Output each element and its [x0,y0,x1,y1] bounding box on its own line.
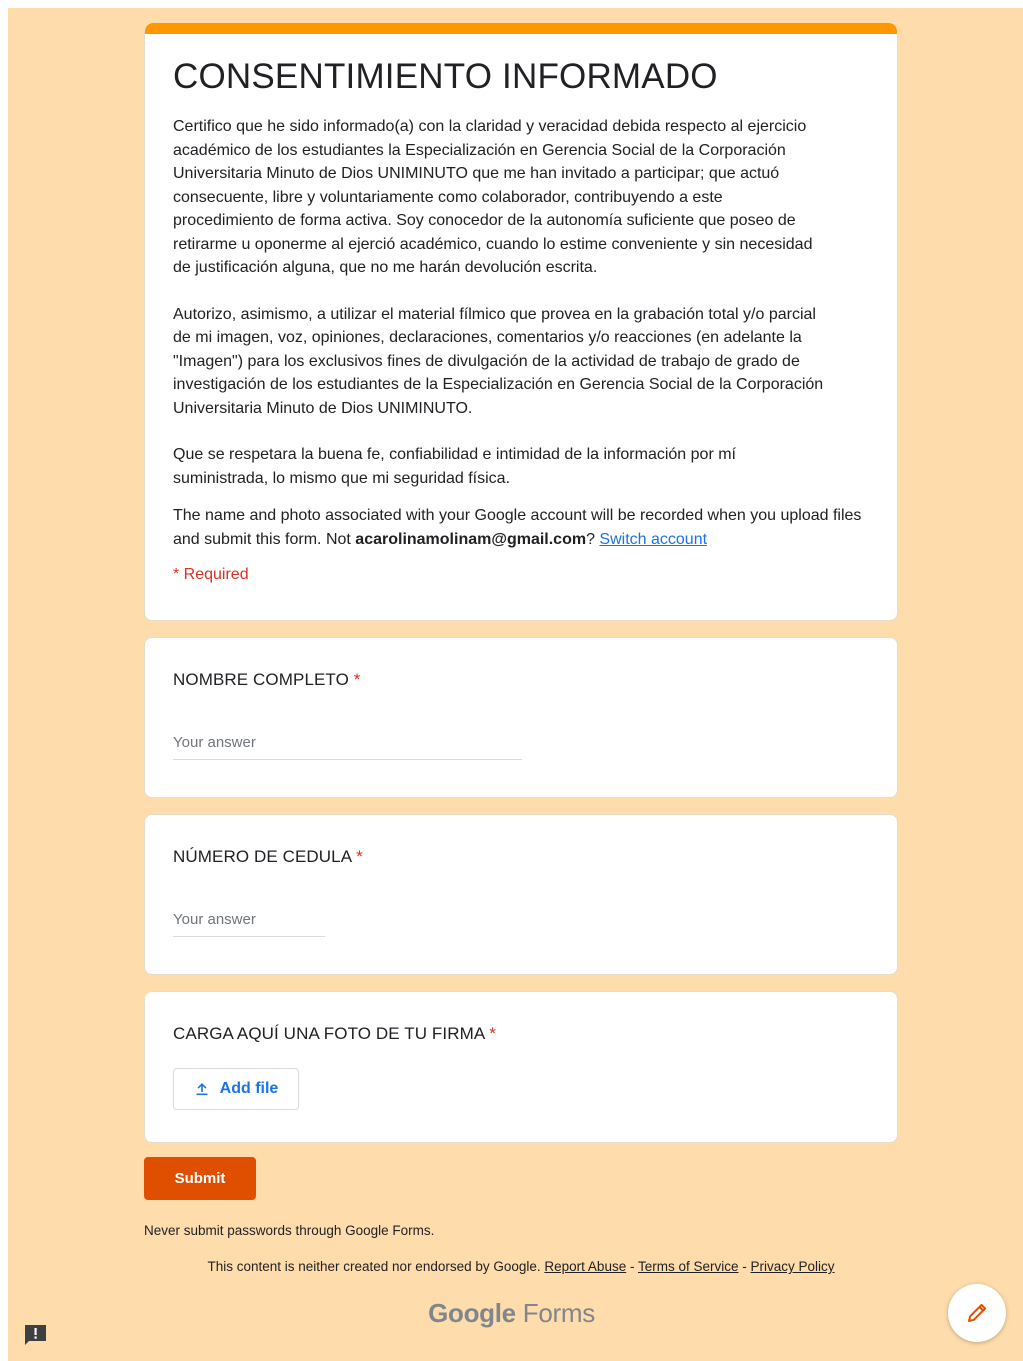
account-note: The name and photo associated with your … [173,504,869,551]
privacy-policy-link[interactable]: Privacy Policy [751,1259,835,1274]
edit-form-button[interactable] [948,1284,1006,1342]
required-asterisk: * [489,1024,496,1043]
google-forms-logo[interactable]: Google Forms [0,1298,1023,1329]
required-asterisk: * [356,847,363,866]
question-card-firma: CARGA AQUÍ UNA FOTO DE TU FIRMA * Add fi… [144,991,898,1143]
footer-disclaimer: This content is neither created nor endo… [144,1259,898,1274]
footer-separator: - [738,1259,751,1274]
question-title-text: NOMBRE COMPLETO [173,670,349,689]
submit-button[interactable]: Submit [144,1157,256,1200]
add-file-button[interactable]: Add file [173,1068,299,1110]
upload-icon [196,1083,208,1096]
required-note: * Required [173,566,249,583]
question-card-nombre: NOMBRE COMPLETO * Your answer [144,637,898,798]
question-title-text: NÚMERO DE CEDULA [173,847,352,866]
password-warning: Never submit passwords through Google Fo… [144,1223,435,1238]
form-description-paragraph-1: Certifico que he sido informado(a) con l… [173,118,813,276]
brand-google: Google [428,1298,516,1328]
disclaimer-text: This content is neither created nor endo… [207,1259,545,1274]
form-description-paragraph-3: Que se respetara la buena fe, confiabili… [173,446,736,487]
report-abuse-link[interactable]: Report Abuse [544,1259,626,1274]
cedula-answer-input[interactable]: Your answer [173,911,325,937]
question-title: NOMBRE COMPLETO * [173,670,360,690]
nombre-answer-input[interactable]: Your answer [173,734,522,760]
feedback-icon [25,1325,46,1345]
footer-separator: - [626,1259,638,1274]
switch-account-link[interactable]: Switch account [599,531,707,548]
question-title: CARGA AQUÍ UNA FOTO DE TU FIRMA * [173,1024,496,1044]
question-card-cedula: NÚMERO DE CEDULA * Your answer [144,814,898,975]
form-description-paragraph-2: Autorizo, asimismo, a utilizar el materi… [173,305,824,417]
question-title-text: CARGA AQUÍ UNA FOTO DE TU FIRMA [173,1024,485,1043]
required-asterisk: * [353,670,361,689]
terms-of-service-link[interactable]: Terms of Service [638,1259,739,1274]
form-container: CONSENTIMIENTO INFORMADO Certifico que h… [144,23,898,1159]
brand-forms: Forms [515,1298,595,1328]
account-note-suffix: ? [586,530,600,548]
edit-pencil-icon [968,1303,987,1322]
form-title: CONSENTIMIENTO INFORMADO [173,57,718,96]
feedback-button[interactable] [23,1324,48,1346]
question-title: NÚMERO DE CEDULA * [173,847,363,867]
form-header-card: CONSENTIMIENTO INFORMADO Certifico que h… [144,23,898,621]
add-file-label: Add file [219,1080,279,1097]
account-email: acarolinamolinam@gmail.com [355,530,587,548]
